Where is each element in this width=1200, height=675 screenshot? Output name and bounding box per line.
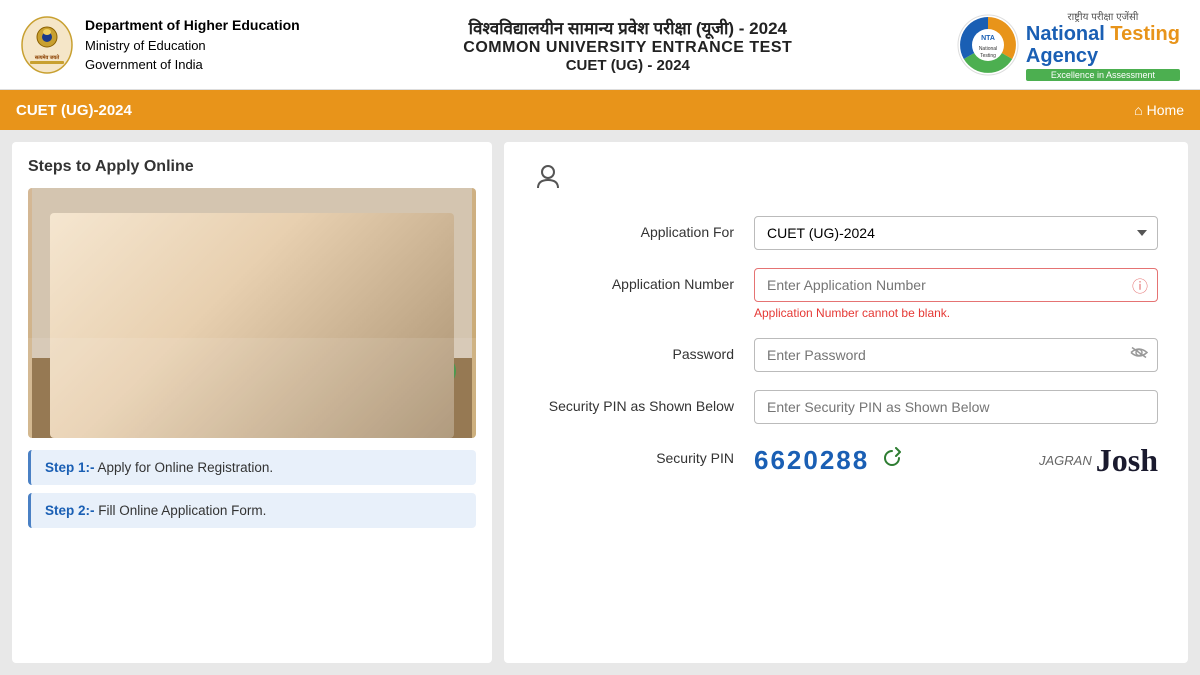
password-field: [754, 338, 1158, 372]
josh-label: Josh: [1096, 442, 1158, 479]
step1-label: Step 1:-: [45, 460, 95, 475]
india-emblem-icon: सत्यमेव जयते: [20, 15, 75, 75]
main-content: Steps to Apply Online: [0, 130, 1200, 675]
header-center: विश्वविद्यालयीन सामान्य प्रवेश परीक्षा (…: [300, 16, 956, 74]
application-for-label: Application For: [534, 216, 754, 240]
application-number-error: Application Number cannot be blank.: [754, 306, 1158, 320]
dept-info: Department of Higher Education Ministry …: [85, 15, 300, 75]
svg-text:National: National: [979, 46, 997, 52]
home-icon: ⌂: [1134, 102, 1142, 118]
jagran-label: JAGRAN: [1039, 453, 1092, 468]
nta-tagline: Excellence in Assessment: [1026, 69, 1180, 81]
password-wrapper: [754, 338, 1158, 372]
govt-name: Government of India: [85, 55, 300, 75]
nta-circle-icon: NTA National Testing: [956, 13, 1020, 77]
step1-text: Apply for Online Registration.: [98, 460, 274, 475]
cuet-title: CUET (UG) - 2024: [300, 57, 956, 74]
hindi-title: विश्वविद्यालयीन सामान्य प्रवेश परीक्षा (…: [300, 16, 956, 39]
security-pin-input-field: [754, 390, 1158, 424]
home-link[interactable]: ⌂ Home: [1134, 102, 1184, 118]
steps-image: [28, 188, 476, 438]
security-pin-display: 6620288 JAGRAN Josh: [754, 442, 1158, 479]
password-label: Password: [534, 338, 754, 362]
password-input[interactable]: [754, 338, 1158, 372]
header-right: NTA National Testing राष्ट्रीय परीक्षा ए…: [956, 9, 1180, 81]
security-pin-shown-label: Security PIN as Shown Below: [534, 390, 754, 414]
application-for-select[interactable]: CUET (UG)-2024: [754, 216, 1158, 250]
ministry-name: Ministry of Education: [85, 36, 300, 56]
navbar-title: CUET (UG)-2024: [16, 102, 132, 119]
error-icon: ⓘ: [1132, 273, 1148, 297]
security-pin-input-row: Security PIN as Shown Below: [534, 390, 1158, 424]
scene-svg: [28, 188, 476, 438]
application-for-field[interactable]: CUET (UG)-2024: [754, 216, 1158, 250]
password-row: Password: [534, 338, 1158, 372]
application-number-wrapper: ⓘ: [754, 268, 1158, 302]
header-left: सत्यमेव जयते Department of Higher Educat…: [20, 15, 300, 75]
svg-text:सत्यमेव जयते: सत्यमेव जयते: [34, 54, 60, 61]
user-icon: [534, 162, 1158, 196]
security-pin-display-field: 6620288 JAGRAN Josh: [754, 442, 1158, 479]
left-panel-title: Steps to Apply Online: [28, 158, 476, 176]
navbar: CUET (UG)-2024 ⌂ Home: [0, 90, 1200, 130]
svg-text:NTA: NTA: [981, 35, 995, 42]
security-pin-value: 6620288: [754, 445, 869, 476]
nta-text: राष्ट्रीय परीक्षा एजेंसी National Testin…: [1026, 9, 1180, 81]
application-number-input[interactable]: [754, 268, 1158, 302]
eye-icon[interactable]: [1130, 346, 1148, 365]
security-pin-display-row: Security PIN 6620288 JAGRAN Josh: [534, 442, 1158, 479]
application-for-row: Application For CUET (UG)-2024: [534, 216, 1158, 250]
security-pin-input[interactable]: [754, 390, 1158, 424]
step1-item: Step 1:- Apply for Online Registration.: [28, 450, 476, 485]
application-number-label: Application Number: [534, 268, 754, 292]
application-number-row: Application Number ⓘ Application Number …: [534, 268, 1158, 320]
step2-text: Fill Online Application Form.: [98, 503, 266, 518]
left-panel: Steps to Apply Online: [12, 142, 492, 663]
right-panel: Application For CUET (UG)-2024 Applicati…: [504, 142, 1188, 663]
user-svg-icon: [534, 162, 562, 190]
nta-logo: NTA National Testing राष्ट्रीय परीक्षा ए…: [956, 9, 1180, 81]
security-pin-label: Security PIN: [534, 442, 754, 466]
jagran-josh-watermark: JAGRAN Josh: [1039, 442, 1158, 479]
dept-name: Department of Higher Education: [85, 15, 300, 36]
english-title: COMMON UNIVERSITY ENTRANCE TEST: [300, 39, 956, 57]
application-number-field: ⓘ Application Number cannot be blank.: [754, 268, 1158, 320]
refresh-pin-button[interactable]: [881, 447, 903, 475]
home-label: Home: [1147, 102, 1184, 118]
step2-label: Step 2:-: [45, 503, 95, 518]
step2-item: Step 2:- Fill Online Application Form.: [28, 493, 476, 528]
svg-text:Testing: Testing: [980, 53, 996, 59]
page-header: सत्यमेव जयते Department of Higher Educat…: [0, 0, 1200, 90]
nta-name: National TestingAgency: [1026, 23, 1180, 67]
nta-hindi: राष्ट्रीय परीक्षा एजेंसी: [1026, 9, 1180, 23]
refresh-icon: [881, 447, 903, 469]
